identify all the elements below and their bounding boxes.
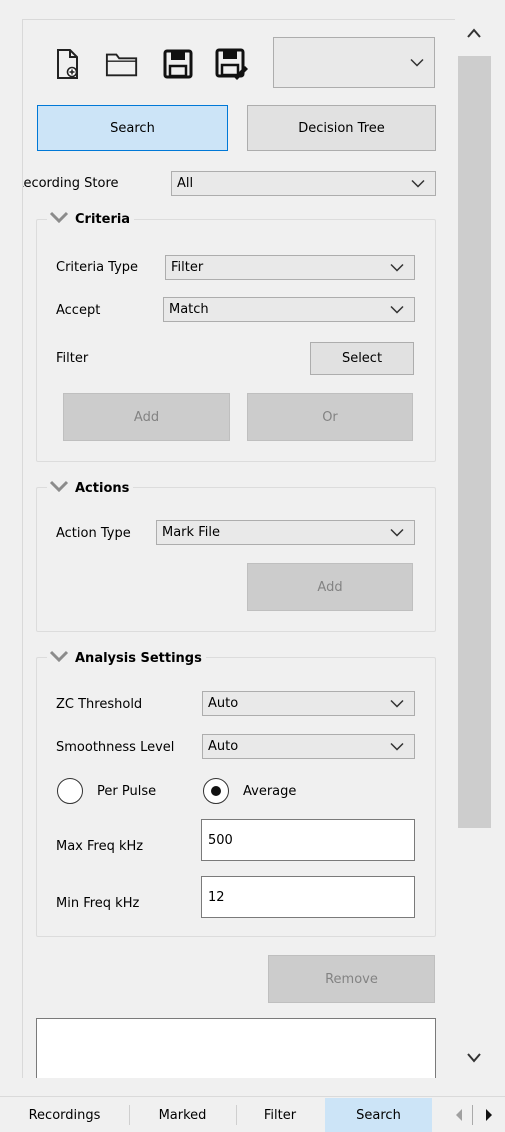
scroll-down-icon[interactable]	[466, 1052, 482, 1068]
action-type-value: Mark File	[162, 525, 220, 540]
chevron-down-icon	[390, 696, 404, 711]
zc-threshold-value: Auto	[208, 696, 239, 711]
collapse-chevron-icon	[49, 650, 69, 666]
max-freq-label: Max Freq kHz	[56, 839, 144, 854]
average-label[interactable]: Average	[243, 784, 296, 799]
min-freq-input[interactable]: 12	[201, 876, 415, 918]
bottom-tab-bar: Recordings Marked Filter Search	[0, 1096, 505, 1132]
search-mode-button[interactable]: Search	[37, 105, 228, 151]
or-button[interactable]: Or	[247, 393, 413, 441]
accept-value: Match	[169, 302, 209, 317]
preset-dropdown[interactable]	[273, 37, 435, 88]
max-freq-input[interactable]: 500	[201, 819, 415, 861]
accept-dropdown[interactable]: Match	[163, 297, 415, 322]
zc-threshold-label: ZC Threshold	[56, 697, 143, 712]
collapse-chevron-icon	[49, 211, 69, 227]
accept-label: Accept	[56, 303, 101, 318]
criteria-header[interactable]: Criteria	[47, 211, 135, 227]
action-type-dropdown[interactable]: Mark File	[156, 520, 415, 545]
output-textarea[interactable]	[36, 1018, 436, 1078]
save-as-icon[interactable]	[215, 47, 249, 81]
select-filter-button[interactable]: Select	[310, 342, 414, 375]
per-pulse-label[interactable]: Per Pulse	[97, 784, 156, 799]
recording-store-label: Recording Store	[22, 176, 119, 191]
chevron-down-icon	[390, 739, 404, 754]
search-panel: Search Decision Tree Recording Store All…	[22, 19, 455, 1078]
average-radio[interactable]	[203, 778, 229, 804]
decision-tree-button[interactable]: Decision Tree	[247, 105, 436, 151]
vertical-scrollbar[interactable]	[456, 19, 493, 1078]
criteria-type-label: Criteria Type	[56, 260, 139, 275]
scroll-up-icon[interactable]	[466, 27, 482, 43]
analysis-settings-header[interactable]: Analysis Settings	[47, 650, 206, 666]
remove-button[interactable]: Remove	[268, 955, 435, 1003]
chevron-down-icon	[390, 302, 404, 317]
tab-search[interactable]: Search	[325, 1098, 432, 1132]
tab-recordings[interactable]: Recordings	[0, 1101, 129, 1129]
add-action-button[interactable]: Add	[247, 563, 413, 611]
smoothness-level-label: Smoothness Level	[56, 740, 175, 755]
collapse-chevron-icon	[49, 480, 69, 496]
chevron-down-icon	[390, 260, 404, 275]
chevron-down-icon	[410, 55, 424, 70]
tab-marked[interactable]: Marked	[129, 1101, 236, 1129]
filter-label: Filter	[56, 351, 89, 366]
min-freq-label: Min Freq kHz	[56, 896, 140, 911]
chevron-down-icon	[411, 176, 425, 191]
action-type-label: Action Type	[56, 526, 131, 541]
zc-threshold-dropdown[interactable]: Auto	[202, 691, 415, 716]
save-icon[interactable]	[161, 47, 195, 81]
analysis-settings-title: Analysis Settings	[75, 650, 202, 666]
tab-scroll-right-icon[interactable]	[478, 1102, 500, 1127]
per-pulse-radio[interactable]	[57, 778, 83, 804]
scroll-thumb[interactable]	[458, 56, 491, 828]
criteria-type-dropdown[interactable]: Filter	[165, 255, 415, 280]
open-folder-icon[interactable]	[105, 47, 139, 81]
actions-header[interactable]: Actions	[47, 480, 134, 496]
smoothness-level-dropdown[interactable]: Auto	[202, 734, 415, 759]
add-criteria-button[interactable]: Add	[63, 393, 230, 441]
new-file-icon[interactable]	[51, 47, 85, 81]
smoothness-level-value: Auto	[208, 739, 239, 754]
criteria-type-value: Filter	[171, 260, 204, 275]
actions-title: Actions	[75, 480, 130, 496]
criteria-title: Criteria	[75, 211, 131, 227]
recording-store-dropdown[interactable]: All	[171, 171, 436, 196]
tab-scroll-left-icon[interactable]	[448, 1102, 470, 1127]
chevron-down-icon	[390, 525, 404, 540]
recording-store-value: All	[177, 176, 194, 191]
tab-filter[interactable]: Filter	[236, 1101, 324, 1129]
